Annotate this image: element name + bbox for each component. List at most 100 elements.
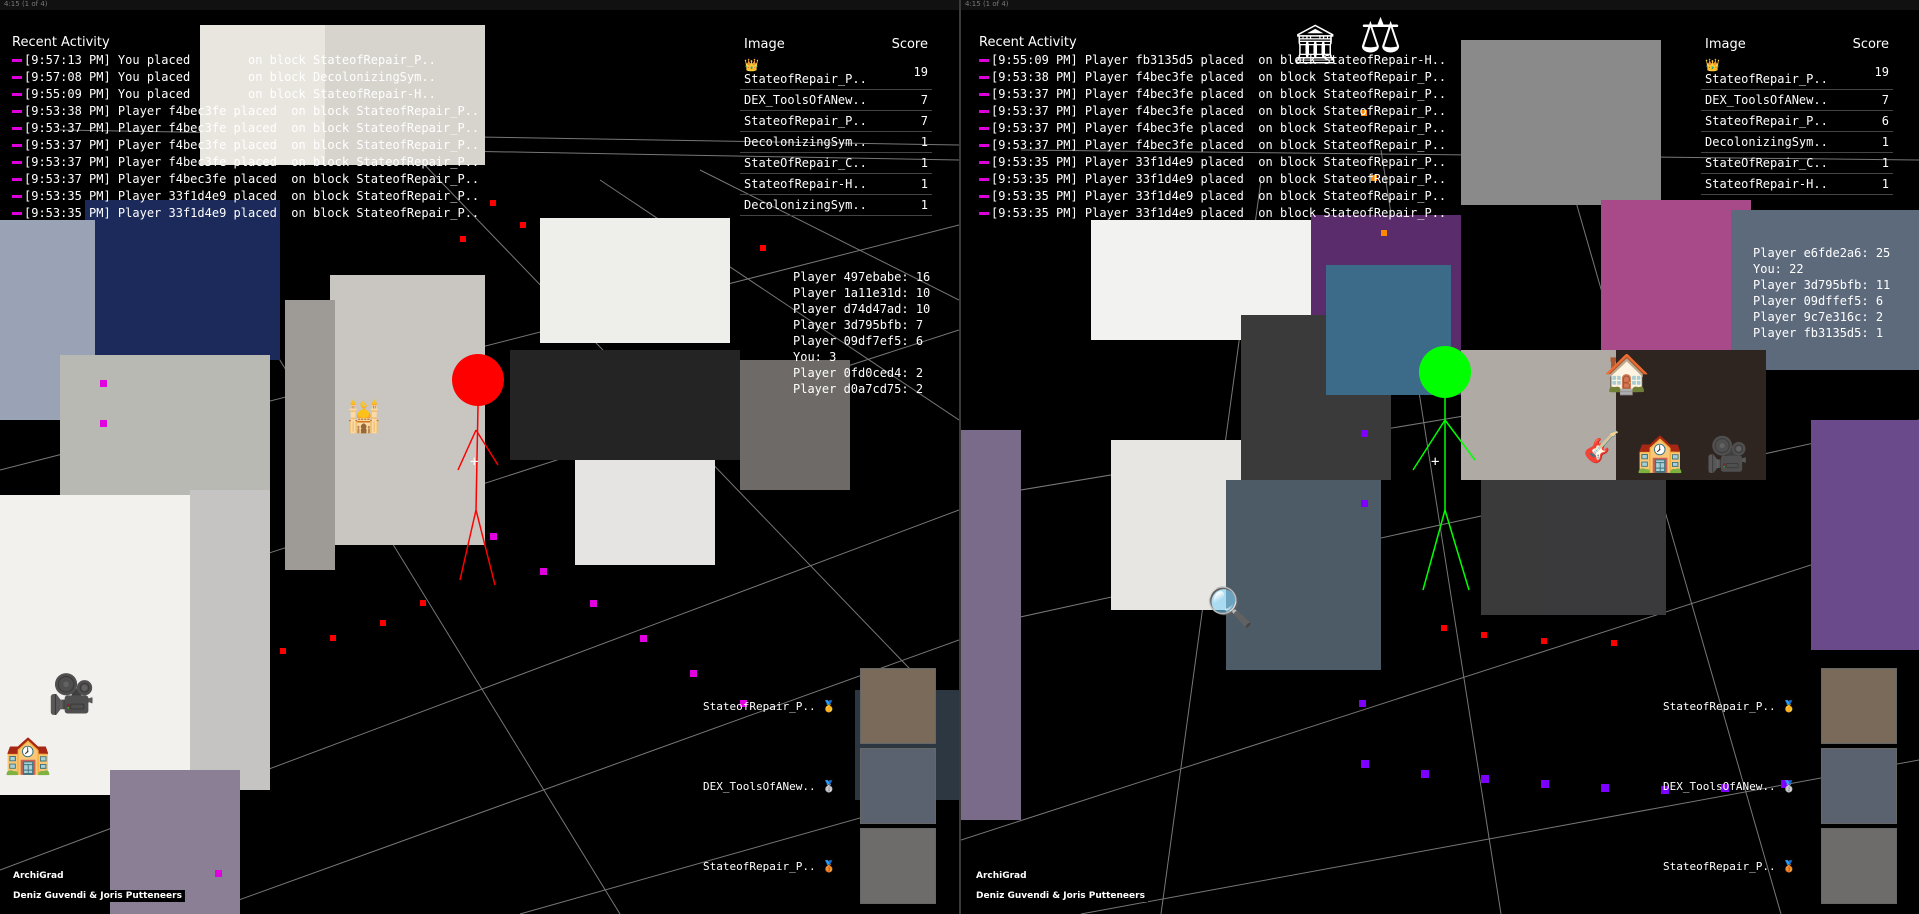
image-cube (540, 218, 730, 343)
activity-row: [9:53:37 PM] Player f4bec3fe placed on b… (12, 120, 479, 137)
app-credit: ArchiGrad (973, 870, 1030, 882)
activity-row: [9:53:38 PM] Player f4bec3fe placed on b… (12, 103, 479, 120)
thumbnail-silver[interactable] (860, 748, 936, 824)
image-cube (285, 300, 335, 570)
crosshair-icon: + (1431, 454, 1440, 470)
image-cube (1226, 480, 1381, 670)
image-cube (1461, 40, 1661, 205)
score-row: StateofRepair_P.. 7 (740, 110, 932, 132)
score-row: DecolonizingSym.. 1 (740, 194, 932, 216)
mosque-icon: 🕌 (345, 400, 383, 435)
player-entry: Player 1a11e31d: 10 (793, 286, 931, 300)
video-camera-icon: 🎥 (48, 672, 96, 716)
player-leaderboard: Player e6fde2a6: 25 You: 22 Player 3d795… (1753, 245, 1890, 341)
magnifier-icon: 🔍 (1206, 585, 1254, 629)
activity-row: [9:53:37 PM] Player f4bec3fe placed on b… (12, 154, 479, 171)
right-viewport[interactable]: 4:15 (1 of 4) Recent Activity [9:55:09 P… (961, 0, 1919, 914)
player-entry: You: 22 (1753, 262, 1804, 276)
cube-label-silver: DEX_ToolsOfANew.. 🥈 (1663, 780, 1796, 793)
score-header-image: Image (1705, 37, 1746, 52)
authors-credit: Deniz Guvendi & Joris Putteneers (10, 890, 185, 902)
cube-label-bronze: StateofRepair_P.. 🥉 (703, 860, 836, 873)
avatar-head (452, 354, 504, 406)
player-entry: Player 3d795bfb: 11 (1753, 278, 1891, 292)
score-row: StateOfRepair_C.. 1 (740, 152, 932, 174)
player-entry: Player d0a7cd75: 2 (793, 382, 924, 396)
justice-scale-icon: ⚖ (1359, 8, 1403, 64)
image-cube (1601, 200, 1751, 350)
activity-row: [9:53:35 PM] Player 33f1d4e9 placed on b… (979, 188, 1446, 205)
thumbnail-gold[interactable] (1821, 668, 1897, 744)
school-icon: 🏫 (1636, 430, 1684, 474)
player-entry: Player 3d795bfb: 7 (793, 318, 924, 332)
activity-row: [9:53:35 PM] Player 33f1d4e9 placed on b… (979, 154, 1446, 171)
cube-label-gold: StateofRepair_P.. 🥇 (703, 700, 836, 713)
player-entry: Player 9c7e316c: 2 (1753, 310, 1884, 324)
image-scoreboard: Image Score 👑 StateofRepair_P.. 19 DEX_Too… (740, 34, 932, 216)
activity-row: [9:53:37 PM] Player f4bec3fe placed on b… (979, 120, 1446, 137)
player-leaderboard: Player 497ebabe: 16 Player 1a11e31d: 10 … (793, 269, 930, 397)
activity-row: [9:57:13 PM] You placed on block Stateof… (12, 52, 479, 69)
player-entry: Player e6fde2a6: 25 (1753, 246, 1891, 260)
bank-icon: 🏛 (1291, 22, 1340, 66)
guitar-icon: 🎸 (1583, 430, 1621, 465)
thumbnail-bronze[interactable] (860, 828, 936, 904)
score-row: DEX_ToolsOfANew.. 7 (740, 89, 932, 111)
player-entry: Player 0fd0ced4: 2 (793, 366, 924, 380)
score-row: DecolonizingSym.. 1 (740, 131, 932, 153)
thumbnail-silver[interactable] (1821, 748, 1897, 824)
video-camera-icon: 🎥 (1706, 435, 1749, 475)
cube-label-silver: DEX_ToolsOfANew.. 🥈 (703, 780, 836, 793)
avatar-head (1419, 346, 1471, 398)
player-entry: Player fb3135d5: 1 (1753, 326, 1884, 340)
player-entry: Player d74d47ad: 10 (793, 302, 931, 316)
image-cube (510, 350, 740, 460)
activity-row: [9:53:37 PM] Player f4bec3fe placed on b… (12, 137, 479, 154)
score-row: StateofRepair_P.. 6 (1701, 110, 1893, 132)
image-cube (190, 490, 270, 790)
activity-row: [9:53:37 PM] Player f4bec3fe placed on b… (979, 103, 1446, 120)
score-row: StateofRepair-H.. 1 (1701, 173, 1893, 195)
activity-row: [9:55:09 PM] You placed on block Stateof… (12, 86, 479, 103)
player-entry: You: 3 (793, 350, 837, 364)
score-header-score: Score (891, 37, 928, 52)
school-icon: 🏫 (4, 732, 52, 776)
authors-credit: Deniz Guvendi & Joris Putteneers (973, 890, 1148, 902)
thumbnail-bronze[interactable] (1821, 828, 1897, 904)
score-header-score: Score (1852, 37, 1889, 52)
image-cube (1481, 480, 1541, 615)
app-credit: ArchiGrad (10, 870, 67, 882)
score-row: 👑 StateofRepair_P.. 19 (740, 55, 932, 90)
activity-row: [9:53:35 PM] Player 33f1d4e9 placed on b… (979, 171, 1446, 188)
score-row: StateOfRepair_C.. 1 (1701, 152, 1893, 174)
score-row: 👑 StateofRepair_P.. 19 (1701, 55, 1893, 90)
image-cube (1811, 420, 1919, 650)
recent-activity-panel: Recent Activity [9:57:13 PM] You placed … (12, 34, 479, 222)
activity-row: [9:53:35 PM] Player 33f1d4e9 placed on b… (12, 205, 479, 222)
image-scoreboard: Image Score 👑 StateofRepair_P.. 19 DEX_Too… (1701, 34, 1893, 195)
red-trail (1441, 625, 1617, 646)
player-entry: Player 09dffef5: 6 (1753, 294, 1884, 308)
left-viewport[interactable]: 4:15 (1 of 4) Recent Activity [9:57:13 P… (0, 0, 959, 914)
score-row: DecolonizingSym.. 1 (1701, 131, 1893, 153)
activity-row: [9:57:08 PM] You placed on block Decolon… (12, 69, 479, 86)
cube-label-bronze: StateofRepair_P.. 🥉 (1663, 860, 1796, 873)
recent-activity-title: Recent Activity (12, 35, 110, 50)
activity-row: [9:53:37 PM] Player f4bec3fe placed on b… (12, 171, 479, 188)
image-cube (961, 430, 1021, 820)
image-cube (85, 200, 280, 360)
house-icon: 🏠 (1603, 352, 1651, 396)
crosshair-icon: + (470, 454, 479, 470)
player-entry: Player 497ebabe: 16 (793, 270, 931, 284)
score-row: DEX_ToolsOfANew.. 7 (1701, 89, 1893, 111)
activity-row: [9:53:35 PM] Player 33f1d4e9 placed on b… (979, 205, 1446, 222)
activity-row: [9:53:35 PM] Player 33f1d4e9 placed on b… (12, 188, 479, 205)
cube-label-gold: StateofRepair_P.. 🥇 (1663, 700, 1796, 713)
activity-row: [9:53:37 PM] Player f4bec3fe placed on b… (979, 86, 1446, 103)
window-title: 4:15 (1 of 4) (961, 0, 1919, 10)
player-entry: Player 09df7ef5: 6 (793, 334, 924, 348)
window-title: 4:15 (1 of 4) (0, 0, 959, 10)
thumbnail-gold[interactable] (860, 668, 936, 744)
activity-row: [9:53:37 PM] Player f4bec3fe placed on b… (979, 137, 1446, 154)
score-row: StateofRepair-H.. 1 (740, 173, 932, 195)
